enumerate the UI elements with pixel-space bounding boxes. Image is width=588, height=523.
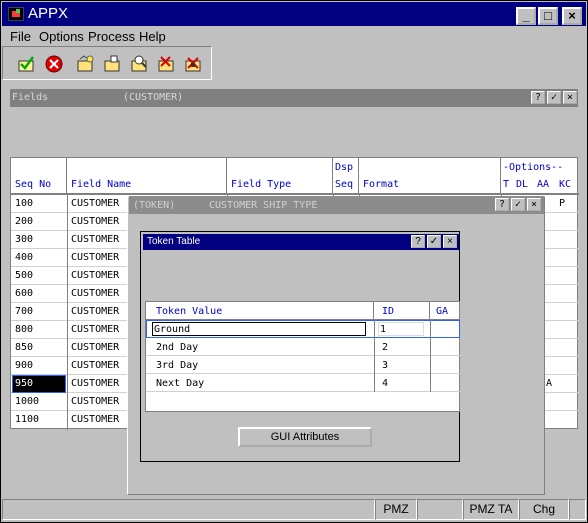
status-pmz-ta: PMZ TA (463, 499, 519, 520)
token-table-title: Token Table (147, 236, 201, 247)
row-seq: 900 (15, 360, 34, 371)
token-value: 3rd Day (156, 360, 199, 371)
header-seq: Seq (335, 179, 354, 190)
token-window-subtitle: CUSTOMER SHIP TYPE (209, 200, 318, 211)
row-kc: P (559, 198, 566, 209)
row-seq: 300 (15, 234, 34, 245)
header-field-name: Field Name (71, 179, 132, 190)
token-table: Token Value ID GA 2nd Day 2 3rd Day 3 Ne… (145, 301, 460, 412)
status-bar: PMZ PMZ TA Chg (2, 499, 586, 521)
row-field-name: CUSTOMER (71, 360, 120, 371)
row-field-name: CUSTOMER (71, 252, 120, 263)
token-id-input[interactable] (378, 322, 424, 336)
token-table-dialog: Token Table ? ✓ × Token Value ID GA 2nd … (140, 231, 460, 462)
minimize-button[interactable]: _ (516, 7, 536, 25)
header-options: -Options-- (503, 162, 564, 173)
close-icon[interactable]: × (443, 235, 457, 248)
row-field-name: CUSTOMER (71, 198, 120, 209)
header-dsp: Dsp (335, 162, 354, 173)
row-field-name: CUSTOMER (71, 216, 120, 227)
row-field-name: CUSTOMER (71, 414, 120, 425)
check-icon[interactable]: ✓ (511, 198, 525, 211)
header-t: T (503, 179, 510, 190)
token-value-input[interactable] (152, 322, 366, 336)
delete-record-icon[interactable] (156, 54, 176, 74)
header-seq-no: Seq No (15, 179, 52, 190)
header-format: Format (363, 179, 400, 190)
row-seq: 400 (15, 252, 34, 263)
token-id-header: ID (382, 306, 395, 317)
help-icon[interactable]: ? (531, 91, 545, 104)
maximize-button[interactable]: □ (538, 7, 558, 25)
token-value: Next Day (156, 378, 205, 389)
token-ga-header: GA (436, 306, 449, 317)
row-field-name: CUSTOMER (71, 234, 120, 245)
help-icon[interactable]: ? (411, 235, 425, 248)
token-id: 4 (382, 378, 389, 389)
fields-subtitle: (CUSTOMER) (123, 92, 184, 103)
row-seq: 600 (15, 288, 34, 299)
help-icon[interactable]: ? (495, 198, 509, 211)
row-aa: A (546, 378, 553, 389)
menu-file[interactable]: File (10, 29, 31, 44)
row-seq: 700 (15, 306, 34, 317)
row-seq: 200 (15, 216, 34, 227)
new-record-icon[interactable] (75, 54, 95, 74)
row-field-name: CUSTOMER (71, 306, 120, 317)
check-icon[interactable]: ✓ (427, 235, 441, 248)
row-seq: 850 (15, 342, 34, 353)
app-title: APPX (28, 5, 69, 22)
row-field-name: CUSTOMER (71, 288, 120, 299)
token-id: 2 (382, 342, 389, 353)
close-icon[interactable]: × (563, 91, 577, 104)
menu-options[interactable]: Options (39, 29, 84, 44)
row-seq: 800 (15, 324, 34, 335)
title-bar: APPX _ □ × (2, 2, 586, 26)
row-seq: 500 (15, 270, 34, 281)
status-pane-empty (2, 499, 375, 520)
close-button[interactable]: × (562, 7, 582, 25)
gui-attributes-button[interactable]: GUI Attributes (238, 427, 372, 447)
header-dl: DL (516, 179, 529, 190)
fields-window-titlebar: Fields (CUSTOMER) ? ✓ × (10, 89, 578, 107)
row-field-name: CUSTOMER (71, 270, 120, 281)
token-table-titlebar: Token Table ? ✓ × (143, 234, 459, 250)
status-pane-end (569, 499, 586, 520)
row-seq-selected: 950 (15, 378, 34, 389)
row-seq: 1100 (15, 414, 40, 425)
row-field-name: CUSTOMER (71, 396, 120, 407)
status-pane-empty (417, 499, 463, 520)
token-window-titlebar: (TOKEN) CUSTOMER SHIP TYPE ? ✓ × (129, 196, 544, 214)
token-value: 2nd Day (156, 342, 199, 353)
token-window-title: (TOKEN) (133, 200, 176, 211)
menu-process[interactable]: Process (88, 29, 135, 44)
search-record-icon[interactable] (129, 54, 149, 74)
app-icon (8, 7, 24, 21)
header-aa: AA (537, 179, 550, 190)
menu-bar: File Options Process Help (2, 26, 586, 46)
row-field-name: CUSTOMER (71, 342, 120, 353)
approve-icon[interactable] (17, 54, 37, 74)
status-pmz: PMZ (375, 499, 417, 520)
process-record-icon[interactable] (183, 54, 203, 74)
header-field-type: Field Type (231, 179, 292, 190)
fields-title: Fields (12, 92, 49, 103)
status-chg: Chg (519, 499, 569, 520)
cancel-icon[interactable] (44, 54, 64, 74)
row-seq: 100 (15, 198, 34, 209)
row-field-name: CUSTOMER (71, 378, 120, 389)
row-seq: 1000 (15, 396, 40, 407)
menu-help[interactable]: Help (139, 29, 166, 44)
header-kc: KC (559, 179, 572, 190)
token-id: 3 (382, 360, 389, 371)
check-icon[interactable]: ✓ (547, 91, 561, 104)
row-field-name: CUSTOMER (71, 324, 120, 335)
close-icon[interactable]: × (527, 198, 541, 211)
edit-record-icon[interactable] (102, 54, 122, 74)
toolbar (2, 46, 212, 80)
token-value-header: Token Value (156, 306, 223, 317)
